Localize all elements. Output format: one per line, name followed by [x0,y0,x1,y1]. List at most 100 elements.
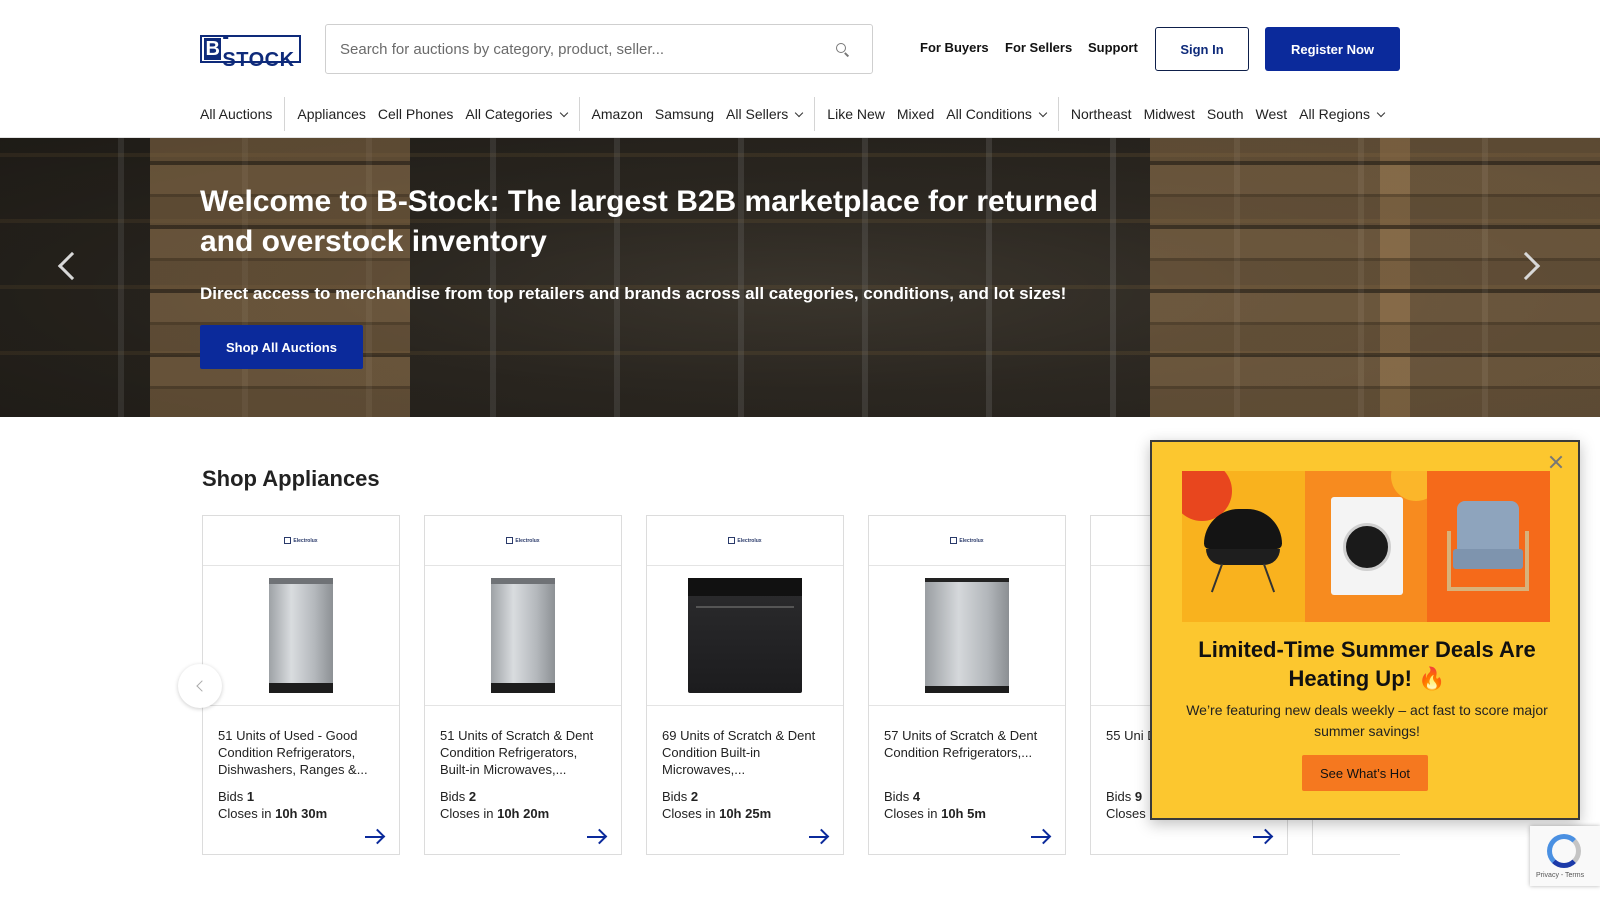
condition-mixed[interactable]: Mixed [897,106,934,122]
dishwasher-image [491,578,555,693]
brand-logo-text: Electrolux [293,537,318,544]
product-image [425,566,621,706]
auction-card[interactable]: Electrolux 69 Units of Scratch & Dent Co… [646,515,844,855]
all-sellers-label: All Sellers [726,106,789,122]
dryer-door [1342,523,1391,571]
dryer-panel [1304,471,1428,622]
card-bids: Bids 1 [203,788,399,805]
brand-logo-text: Electrolux [515,537,540,544]
card-description: 51 Units of Used - Good Condition Refrig… [218,728,368,777]
section-title: Shop Appliances [202,466,380,491]
electrolux-logo-icon [950,537,958,544]
nav-divider [1057,97,1059,131]
bids-count: 9 [1134,789,1143,804]
see-whats-hot-button[interactable]: See What’s Hot [1302,755,1428,791]
bids-count: 2 [468,789,477,804]
arrow-right-icon[interactable] [1253,830,1273,844]
card-bids: Bids 4 [869,788,1065,805]
brand-logo-text: Electrolux [737,537,762,544]
search-icon[interactable] [834,41,850,57]
arrow-right-icon[interactable] [1031,830,1051,844]
site-header: B-STOCK For Buyers For Sellers Support S… [0,0,1600,96]
nav-divider [578,97,580,131]
chevron-left-icon [196,680,208,692]
bids-label: Bids [662,789,688,804]
arrow-right-icon[interactable] [809,830,829,844]
closes-label: Closes in [662,806,716,821]
chevron-down-icon [559,108,568,117]
carousel-prev-button[interactable] [178,664,222,708]
nav-for-buyers[interactable]: For Buyers [920,40,989,55]
brand-logo: Electrolux [284,537,318,544]
electrolux-logo-icon [728,537,736,544]
condition-like-new[interactable]: Like New [827,106,885,122]
brand-logo: Electrolux [506,537,540,544]
auction-card[interactable]: Electrolux 51 Units of Scratch & Dent Co… [424,515,622,855]
brand-bar: Electrolux [647,516,843,566]
hero-banner: Welcome to B-Stock: The largest B2B mark… [0,138,1600,417]
search-input[interactable] [340,40,834,58]
cat-all-auctions[interactable]: All Auctions [200,106,272,122]
nav-divider [814,97,816,131]
chevron-down-icon [1038,108,1048,117]
closes-label: Closes in [440,806,494,821]
region-west[interactable]: West [1256,106,1288,122]
hero-subtitle: Direct access to merchandise from top re… [200,284,1067,303]
brand-bar: Electrolux [425,516,621,566]
brand-logo: Electrolux [950,537,984,544]
auction-card[interactable]: Electrolux 57 Units of Scratch & Dent Co… [868,515,1066,855]
card-bids: Bids 2 [647,788,843,805]
card-closes: Closes in 10h 30m [203,805,399,822]
hero-prev-arrow-icon[interactable] [57,251,87,281]
closes-label: Closes in [884,806,938,821]
shop-all-auctions-button[interactable]: Shop All Auctions [200,325,363,369]
arrow-right-icon[interactable] [587,830,607,844]
arrow-right-icon[interactable] [365,830,385,844]
close-icon[interactable] [1548,454,1564,470]
region-south[interactable]: South [1207,106,1244,122]
closes-time: 10h 25m [719,806,772,821]
grill-panel [1182,471,1305,622]
chair-icon [1445,501,1531,591]
chair-frame [1447,531,1530,591]
all-conditions-label: All Conditions [946,106,1032,122]
all-conditions-dropdown[interactable]: All Conditions [946,106,1048,122]
card-description: 57 Units of Scratch & Dent Condition Ref… [884,728,1038,760]
warehouse-shelf-image [150,138,410,417]
cat-cell-phones[interactable]: Cell Phones [378,106,454,122]
region-northeast[interactable]: Northeast [1071,106,1132,122]
card-bids: Bids 2 [425,788,621,805]
brand-logo: Electrolux [728,537,762,544]
recaptcha-icon [1547,834,1581,868]
bids-label: Bids [440,789,466,804]
recaptcha-badge[interactable]: Privacy - Terms [1530,826,1600,886]
popup-title: Limited-Time Summer Deals Are Heating Up… [1198,637,1536,691]
card-closes: Closes in 10h 5m [869,805,1065,822]
auction-card[interactable]: Electrolux 51 Units of Used - Good Condi… [202,515,400,855]
closes-label: Closes [1106,806,1146,821]
promo-popup: Limited-Time Summer Deals Are Heating Up… [1150,440,1580,820]
bids-count: 1 [246,789,255,804]
card-closes: Closes in 10h 25m [647,805,843,822]
register-button[interactable]: Register Now [1265,27,1400,71]
warehouse-shelf-image [1150,138,1410,417]
sign-in-button[interactable]: Sign In [1155,27,1249,71]
cat-all-categories-dropdown[interactable]: All Categories [465,106,568,122]
brand-bar: Electrolux [203,516,399,566]
bstock-logo[interactable]: B -STOCK [200,26,301,71]
seller-amazon[interactable]: Amazon [592,106,643,122]
all-categories-label: All Categories [465,106,553,122]
dishwasher-image [925,578,1009,693]
bids-count: 2 [690,789,699,804]
chair-panel [1427,471,1551,622]
all-regions-dropdown[interactable]: All Regions [1299,106,1386,122]
nav-for-sellers[interactable]: For Sellers [1005,40,1072,55]
closes-label: Closes in [218,806,272,821]
cat-appliances[interactable]: Appliances [297,106,366,122]
seller-samsung[interactable]: Samsung [655,106,714,122]
logo-text: -STOCK [222,26,295,71]
brand-bar: Electrolux [869,516,1065,566]
all-sellers-dropdown[interactable]: All Sellers [726,106,804,122]
region-midwest[interactable]: Midwest [1144,106,1195,122]
nav-support[interactable]: Support [1088,40,1138,55]
